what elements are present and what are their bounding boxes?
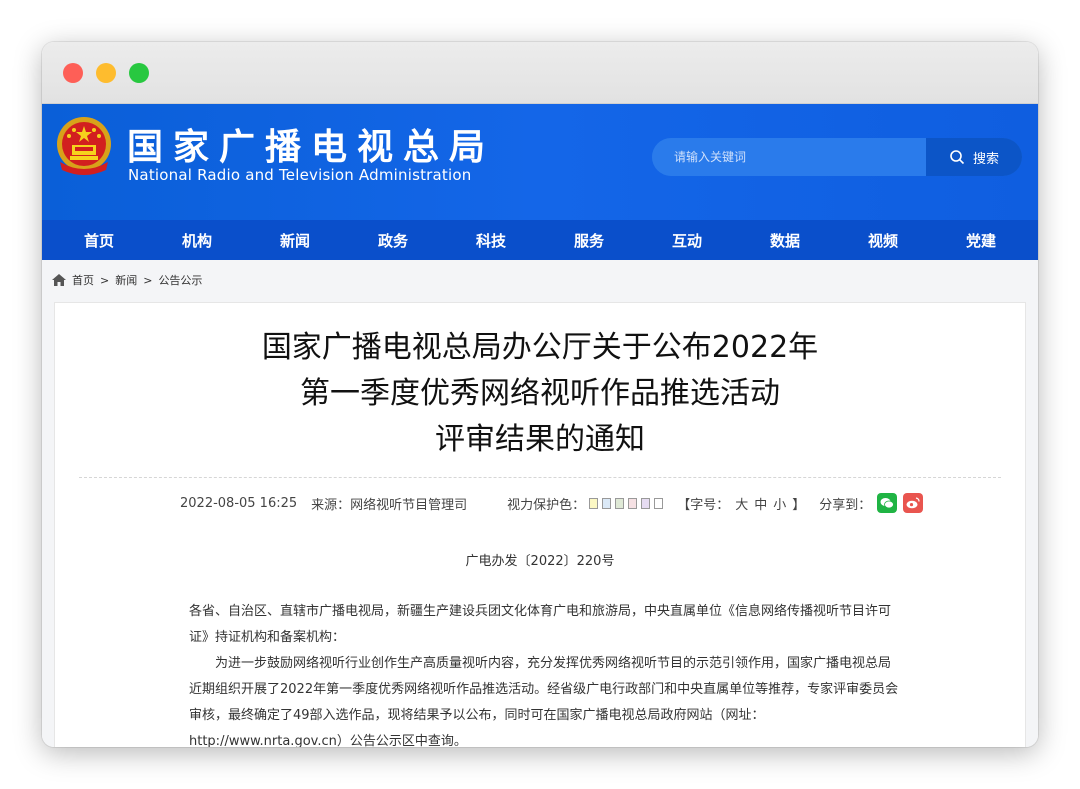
wechat-share-icon[interactable]: [877, 493, 898, 513]
close-window-button[interactable]: [63, 63, 83, 83]
maximize-window-button[interactable]: [129, 63, 149, 83]
browser-window: 国家广播电视总局 National Radio and Television A…: [42, 42, 1038, 747]
font-size-large[interactable]: 大: [735, 494, 748, 513]
site-subtitle: National Radio and Television Administra…: [128, 166, 472, 184]
site-header: 国家广播电视总局 National Radio and Television A…: [42, 104, 1038, 220]
breadcrumb: 首页 > 新闻 > 公告公示: [52, 272, 202, 288]
font-size-medium[interactable]: 中: [754, 494, 767, 513]
breadcrumb-separator: >: [100, 273, 110, 287]
color-swatch-green[interactable]: [615, 497, 625, 509]
color-swatch-yellow[interactable]: [589, 497, 599, 509]
nav-item-interaction[interactable]: 互动: [643, 230, 731, 251]
nav-item-party[interactable]: 党建: [937, 230, 1025, 251]
font-size-close: 】: [792, 497, 806, 513]
color-swatch-pink[interactable]: [628, 497, 638, 509]
nav-item-services[interactable]: 服务: [545, 230, 633, 251]
home-icon: [52, 274, 66, 286]
nav-item-organization[interactable]: 机构: [153, 230, 241, 251]
breadcrumb-home[interactable]: 首页: [72, 272, 94, 288]
color-swatch-white[interactable]: [654, 497, 664, 509]
color-swatch-purple[interactable]: [641, 497, 651, 509]
site-title[interactable]: 国家广播电视总局: [127, 118, 495, 170]
main-nav: 首页 机构 新闻 政务 科技 服务 互动 数据 视频 党建: [42, 220, 1038, 260]
window-titlebar: [42, 42, 1038, 104]
nav-item-video[interactable]: 视频: [839, 230, 927, 251]
national-emblem-icon[interactable]: [52, 114, 116, 178]
vision-label: 视力保护色：: [507, 497, 586, 513]
article-body: 各省、自治区、直辖市广播电视局，新疆生产建设兵团文化体育广电和旅游局，中央直属单…: [55, 599, 1025, 747]
nav-item-home[interactable]: 首页: [55, 230, 143, 251]
color-swatch-blue[interactable]: [602, 497, 612, 509]
minimize-window-button[interactable]: [96, 63, 116, 83]
share-label: 分享到：: [819, 497, 872, 513]
breadcrumb-news[interactable]: 新闻: [115, 272, 137, 288]
font-size-selector: 【字号： 大 中 小 】: [677, 494, 805, 513]
breadcrumb-separator: >: [143, 273, 153, 287]
document-number: 广电办发〔2022〕220号: [465, 554, 615, 569]
font-size-small[interactable]: 小: [773, 494, 786, 513]
font-size-label: 【字号：: [677, 497, 730, 513]
search-input[interactable]: [652, 138, 926, 176]
share-bar: 分享到：: [819, 493, 924, 513]
title-divider: [79, 477, 1001, 478]
nav-item-news[interactable]: 新闻: [251, 230, 339, 251]
weibo-share-icon[interactable]: [903, 493, 924, 513]
article-paragraph-addressees: 各省、自治区、直辖市广播电视局，新疆生产建设兵团文化体育广电和旅游局，中央直属单…: [189, 604, 892, 645]
nav-item-government-affairs[interactable]: 政务: [349, 230, 437, 251]
search-button[interactable]: 搜索: [926, 138, 1022, 176]
search-bar: 搜索: [652, 138, 1022, 176]
article-title-line-3: 评审结果的通知: [435, 422, 645, 457]
publish-date: 2022-08-05 16:25: [180, 495, 298, 511]
article-title: 国家广播电视总局办公厅关于公布2022年 第一季度优秀网络视听作品推选活动 评审…: [55, 303, 1025, 463]
search-button-label: 搜索: [972, 151, 999, 167]
article-title-line-2: 第一季度优秀网络视听作品推选活动: [300, 376, 780, 411]
article-source: 来源：网络视听节目管理司: [311, 497, 468, 513]
article-paragraph-main: 为进一步鼓励网络视听行业创作生产高质量视听内容，充分发挥优秀网络视听节目的示范引…: [189, 656, 899, 747]
breadcrumb-current[interactable]: 公告公示: [158, 272, 202, 288]
content-area: 首页 > 新闻 > 公告公示 国家广播电视总局办公厅关于公布2022年 第一季度…: [42, 260, 1038, 747]
vision-protection-colors: 视力保护色：: [507, 494, 664, 513]
article-title-line-1: 国家广播电视总局办公厅关于公布2022年: [261, 330, 819, 365]
nav-item-data[interactable]: 数据: [741, 230, 829, 251]
article: 国家广播电视总局办公厅关于公布2022年 第一季度优秀网络视听作品推选活动 评审…: [54, 302, 1026, 747]
search-icon: [950, 150, 965, 165]
nav-item-technology[interactable]: 科技: [447, 230, 535, 251]
article-meta: 2022-08-05 16:25 来源：网络视听节目管理司 视力保护色： 【字号…: [55, 492, 1025, 514]
